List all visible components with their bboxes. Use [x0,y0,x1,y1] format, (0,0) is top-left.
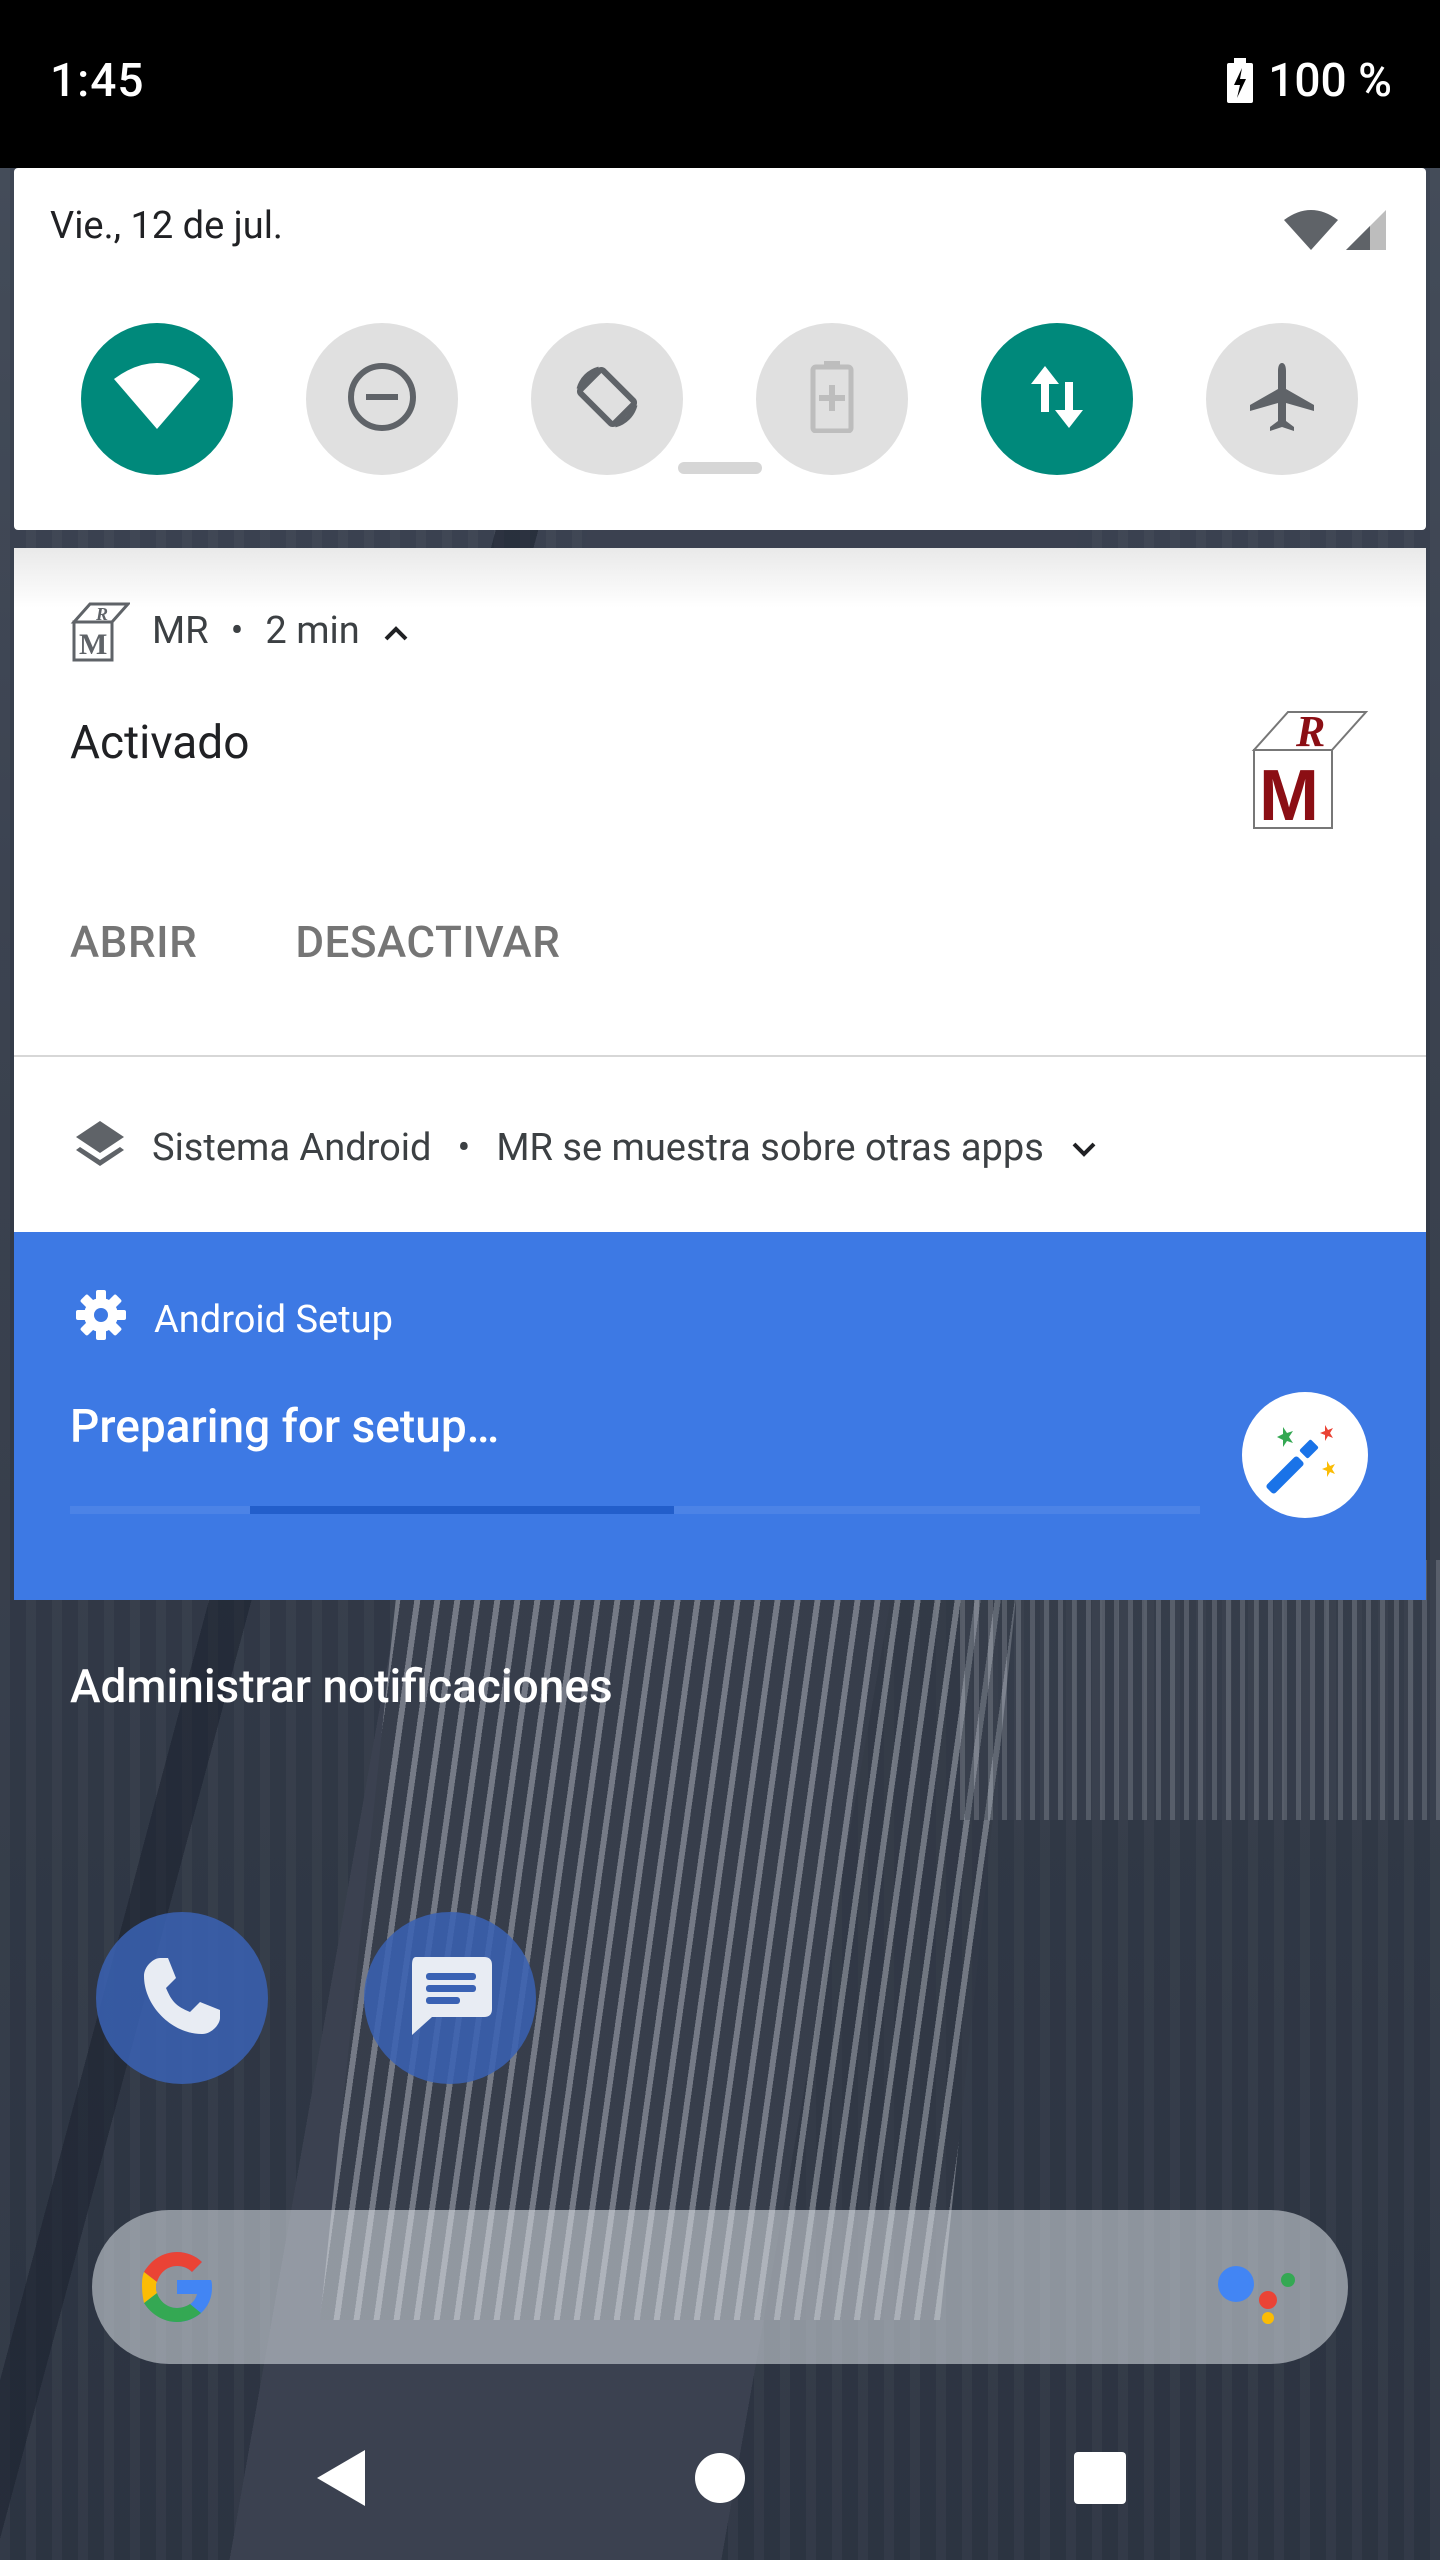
tile-wifi[interactable] [81,323,233,475]
battery-percent: 100 % [1268,54,1392,108]
notification-title: Preparing for setup… [70,1400,500,1454]
svg-text:M: M [79,628,107,661]
recents-button[interactable] [1060,2440,1140,2520]
assistant-icon[interactable] [1210,2254,1300,2324]
notification-android-setup[interactable]: Android Setup Preparing for setup… [14,1232,1426,1600]
back-button[interactable] [300,2440,380,2520]
google-search-bar[interactable] [92,2210,1348,2364]
phone-icon [136,1950,228,2046]
messages-icon [402,1951,498,2045]
do-not-disturb-icon [346,361,418,437]
svg-text:R: R [1295,707,1325,756]
recents-icon [1073,2451,1127,2509]
google-g-icon [132,2242,222,2332]
tile-mobile-data[interactable] [981,323,1133,475]
notification-title: Activado [70,716,250,770]
svg-text:M: M [1259,756,1319,830]
chevron-down-icon[interactable] [1070,1126,1098,1170]
notification-text: MR se muestra sobre otras apps [496,1126,1044,1170]
mr-app-icon: R M [68,600,132,662]
dot-separator: • [457,1126,471,1170]
tile-auto-rotate[interactable] [531,323,683,475]
notification-header: R M MR • 2 min [68,600,410,662]
qs-drag-handle[interactable] [678,462,762,474]
tile-do-not-disturb[interactable] [306,323,458,475]
setup-wand-icon [1242,1392,1368,1518]
wifi-signal-icon [1282,208,1340,256]
gear-icon [74,1288,128,1352]
status-time: 1:45 [50,54,145,108]
qs-tiles [81,323,1358,475]
cell-signal-icon [1344,208,1388,256]
deactivate-button[interactable]: DESACTIVAR [295,916,560,968]
airplane-icon [1246,361,1318,437]
battery-saver-icon [810,361,854,437]
mobile-data-icon [1027,362,1087,436]
notification-app-name: Sistema Android [152,1126,432,1170]
battery-charging-icon [1226,58,1254,104]
status-right: 100 % [1226,54,1392,108]
layers-icon [74,1117,126,1179]
navigation-bar [0,2400,1440,2560]
back-icon [313,2448,367,2512]
notification-app-name: Android Setup [154,1298,393,1342]
status-bar: 1:45 100 % [0,0,1440,168]
chevron-up-icon[interactable] [382,609,410,653]
progress-indicator [250,1506,674,1514]
tile-battery-saver[interactable] [756,323,908,475]
manage-notifications-button[interactable]: Administrar notificaciones [70,1660,613,1714]
notification-actions: ABRIR DESACTIVAR [70,916,560,968]
notification-app-name: MR [152,609,209,653]
open-button[interactable]: ABRIR [70,916,197,968]
messages-app-button[interactable] [364,1912,536,2084]
dot-separator: • [230,609,244,653]
home-button[interactable] [680,2440,760,2520]
phone-app-button[interactable] [96,1912,268,2084]
qs-signal [1282,208,1388,256]
notification-system[interactable]: Sistema Android • MR se muestra sobre ot… [14,1057,1426,1232]
auto-rotate-icon [569,359,645,439]
notification-time: 2 min [265,609,360,653]
notification-header: Android Setup [74,1288,393,1352]
quick-settings-panel: Vie., 12 de jul. [14,168,1426,530]
notification-mr[interactable]: R M MR • 2 min Activado R M ABRIR DESACT… [14,548,1426,1056]
qs-date[interactable]: Vie., 12 de jul. [50,204,283,248]
notification-header: Sistema Android • MR se muestra sobre ot… [74,1117,1098,1179]
home-icon [694,2452,746,2508]
mr-large-icon: R M [1246,706,1370,836]
wifi-icon [112,363,202,435]
progress-bar [70,1506,1200,1514]
tile-airplane-mode[interactable] [1206,323,1358,475]
